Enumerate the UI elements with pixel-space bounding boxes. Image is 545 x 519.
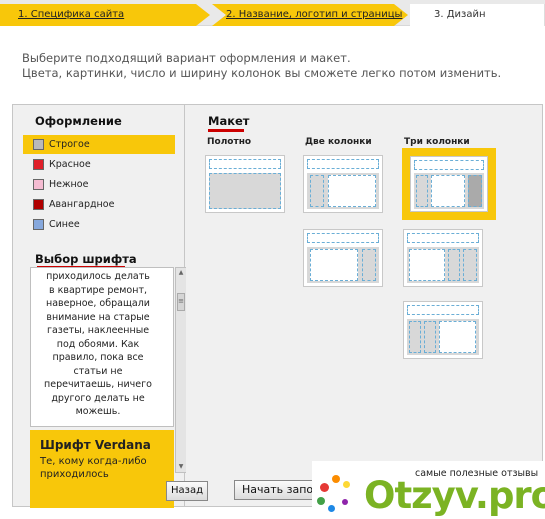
font-option-sample[interactable]: приходилось делать в квартире ремонт, на… <box>30 267 174 427</box>
layout-area: Макет Полотно Две колонки Три колонки <box>186 105 542 506</box>
layout-main-block <box>431 175 465 207</box>
scroll-down-icon[interactable]: ▼ <box>177 463 185 471</box>
step-3-label: 3. Дизайн <box>434 9 486 20</box>
style-sidebar: Оформление Строгое Красное Нежное Аванга… <box>13 105 187 508</box>
layout-canvas[interactable] <box>205 155 285 213</box>
style-option-strict[interactable]: Строгое <box>23 135 175 154</box>
layout-header-block <box>307 233 379 243</box>
font-title: Выбор шрифта <box>35 252 137 266</box>
layout-main-block <box>310 249 358 281</box>
step-1[interactable]: 1. Специфика сайта <box>0 4 210 26</box>
swatch-red-icon <box>33 159 44 170</box>
swatch-grey-icon <box>33 139 44 150</box>
swatch-blue-icon <box>33 219 44 230</box>
style-option-label: Авангардное <box>49 199 115 210</box>
layout-header-block <box>407 305 479 315</box>
style-option-blue[interactable]: Синее <box>23 215 175 234</box>
style-title: Оформление <box>35 114 122 128</box>
intro-text: Выберите подходящий вариант оформления и… <box>22 51 501 81</box>
layout-sidebar-block <box>448 249 460 281</box>
scroll-up-icon[interactable]: ▲ <box>177 269 185 277</box>
layout-col-two: Две колонки <box>305 137 372 147</box>
layout-header-block <box>209 159 281 169</box>
layout-sidebar-block <box>424 321 436 353</box>
layout-two-right[interactable] <box>303 229 383 287</box>
font-preview-text: Те, кому когда-либо приходилось <box>40 456 147 480</box>
swatch-darkred-icon <box>33 199 44 210</box>
layout-three-c[interactable] <box>403 301 483 359</box>
watermark: самые полезные отзывы Otzyv.pro <box>312 461 545 519</box>
font-option-verdana[interactable]: Шрифт Verdana Те, кому когда-либо приход… <box>30 430 174 508</box>
layout-col-three: Три колонки <box>404 137 470 147</box>
font-name: Шрифт Verdana <box>40 438 151 452</box>
layout-header-block <box>407 233 479 243</box>
layout-title: Макет <box>208 114 250 128</box>
watermark-logo-text: Otzyv.pro <box>364 474 545 517</box>
back-button[interactable]: Назад <box>166 481 208 501</box>
style-option-label: Нежное <box>49 179 89 190</box>
scroll-thumb[interactable]: ≡ <box>177 293 185 311</box>
layout-three-a-selected[interactable] <box>402 148 496 220</box>
style-option-label: Строгое <box>49 139 90 150</box>
layout-sidebar-block <box>310 175 324 207</box>
step-2[interactable]: 2. Название, логотип и страницы <box>212 4 408 26</box>
style-option-gentle[interactable]: Нежное <box>23 175 175 194</box>
style-option-red[interactable]: Красное <box>23 155 175 174</box>
layout-sidebar-block <box>409 321 421 353</box>
layout-body-outline <box>209 173 281 209</box>
layout-col-canvas: Полотно <box>207 137 252 147</box>
layout-header-block <box>414 160 484 170</box>
layout-main-block <box>328 175 376 207</box>
start-fill-button[interactable]: Начать запо <box>234 480 324 500</box>
style-option-avantgarde[interactable]: Авангардное <box>23 195 175 214</box>
layout-sidebar-block <box>362 249 376 281</box>
layout-main-block <box>409 249 445 281</box>
design-panel: Оформление Строгое Красное Нежное Аванга… <box>12 104 543 508</box>
layout-sidebar-block <box>463 249 477 281</box>
layout-title-underline <box>208 129 244 132</box>
step-2-link[interactable]: 2. Название, логотип и страницы <box>226 9 402 20</box>
layout-header-block <box>307 159 379 169</box>
layout-sidebar-block <box>416 175 428 207</box>
layout-two-left[interactable] <box>303 155 383 213</box>
step-3-current: 3. Дизайн <box>410 4 545 26</box>
swatch-pink-icon <box>33 179 44 190</box>
font-sample-text: приходилось делать в квартире ремонт, на… <box>44 271 152 417</box>
intro-line-1: Выберите подходящий вариант оформления и… <box>22 51 351 65</box>
layout-main-block <box>439 321 476 353</box>
layout-sidebar-block <box>468 175 482 207</box>
style-option-label: Синее <box>49 219 80 230</box>
style-option-label: Красное <box>49 159 91 170</box>
step-1-link[interactable]: 1. Специфика сайта <box>18 9 124 20</box>
layout-three-b[interactable] <box>403 229 483 287</box>
intro-line-2: Цвета, картинки, число и ширину колонок … <box>22 66 502 80</box>
wizard-steps: 1. Специфика сайта 2. Название, логотип … <box>0 0 545 26</box>
